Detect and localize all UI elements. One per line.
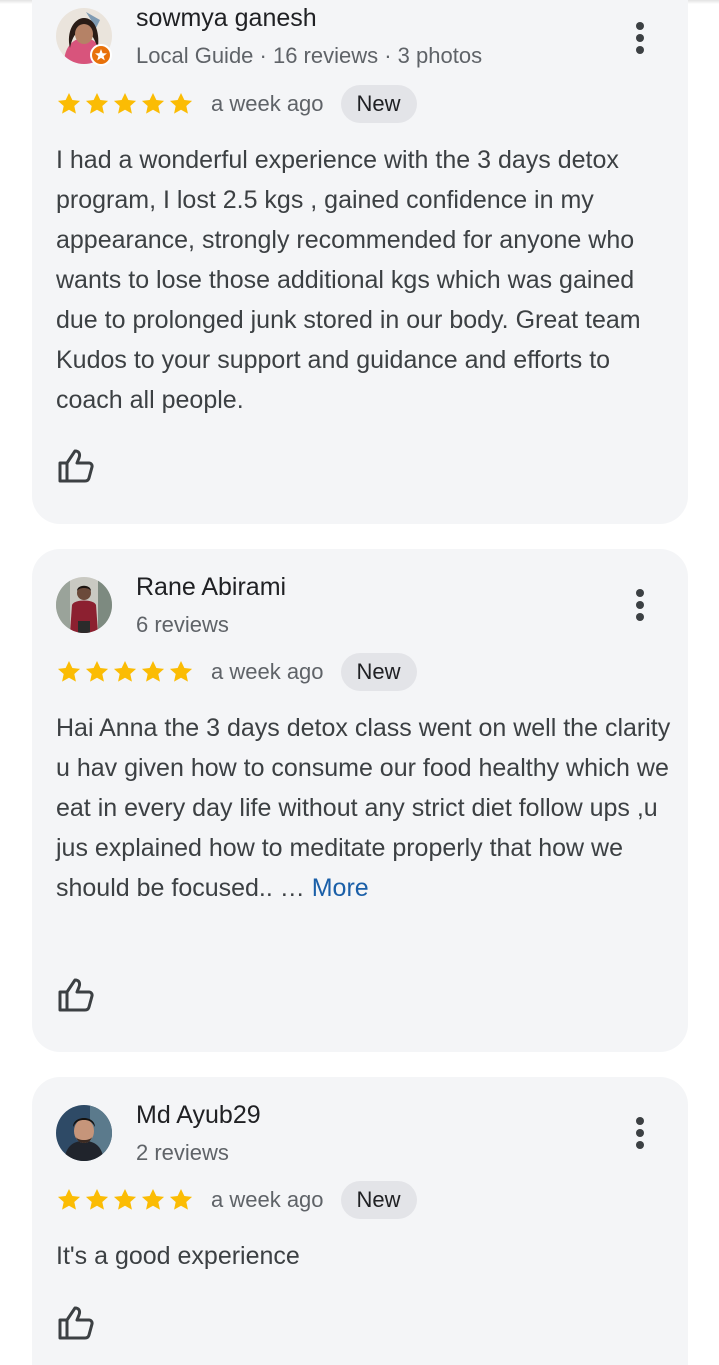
star-icon bbox=[141, 92, 165, 114]
new-badge: New bbox=[340, 1181, 417, 1219]
more-vert-icon bbox=[636, 22, 644, 30]
thumb-up-outline-icon bbox=[58, 1306, 94, 1340]
star-icon bbox=[113, 92, 137, 114]
review-card: Md Ayub29 2 reviews a week ago New It's … bbox=[32, 1077, 688, 1365]
new-badge: New bbox=[340, 653, 417, 691]
review-time: a week ago bbox=[211, 1187, 324, 1212]
reviewer-meta: Local Guide · 16 reviews · 3 photos bbox=[136, 43, 483, 68]
star-icon bbox=[113, 660, 137, 682]
review-text: I had a wonderful experience with the 3 … bbox=[56, 140, 671, 420]
thumb-up-outline-icon bbox=[58, 449, 94, 483]
star-icon bbox=[169, 1188, 193, 1210]
more-vert-icon bbox=[636, 589, 644, 597]
star-icon bbox=[169, 92, 193, 114]
review-card: sowmya ganesh Local Guide · 16 reviews ·… bbox=[32, 0, 688, 524]
star-icon bbox=[85, 1188, 109, 1210]
reviewer-name[interactable]: Md Ayub29 bbox=[136, 1101, 261, 1130]
more-vert-icon-dot bbox=[636, 601, 644, 609]
more-vert-icon-dot bbox=[636, 613, 644, 621]
star-icon bbox=[57, 92, 81, 114]
new-badge: New bbox=[340, 85, 417, 123]
star-icon bbox=[85, 660, 109, 682]
review-body: It's a good experience bbox=[56, 1242, 300, 1270]
review-card: Rane Abirami 6 reviews a week ago New Ha… bbox=[32, 549, 688, 1052]
like-button[interactable] bbox=[56, 975, 96, 1015]
reviewer-meta: 6 reviews bbox=[136, 612, 229, 637]
review-body: I had a wonderful experience with the 3 … bbox=[56, 146, 641, 414]
more-options-button[interactable] bbox=[628, 1113, 652, 1153]
review-text: Hai Anna the 3 days detox class went on … bbox=[56, 708, 671, 908]
more-options-button[interactable] bbox=[628, 18, 652, 58]
star-icon bbox=[57, 1188, 81, 1210]
reviewer-meta: 2 reviews bbox=[136, 1140, 229, 1165]
more-vert-icon-dot bbox=[636, 46, 644, 54]
reviewer-name[interactable]: Rane Abirami bbox=[136, 573, 286, 602]
reviews-page: sowmya ganesh Local Guide · 16 reviews ·… bbox=[0, 0, 719, 1365]
star-icon bbox=[169, 660, 193, 682]
star-rating bbox=[56, 91, 194, 117]
local-guide-badge-icon bbox=[90, 44, 112, 66]
star-rating bbox=[56, 659, 194, 685]
review-text: It's a good experience bbox=[56, 1236, 671, 1276]
rating-row: a week ago New bbox=[56, 652, 417, 692]
star-icon bbox=[85, 92, 109, 114]
star-icon bbox=[141, 660, 165, 682]
thumb-up-outline-icon bbox=[58, 978, 94, 1012]
avatar[interactable] bbox=[56, 1105, 112, 1161]
like-button[interactable] bbox=[56, 1303, 96, 1343]
reviewer-name[interactable]: sowmya ganesh bbox=[136, 4, 317, 33]
more-vert-icon-dot bbox=[636, 1141, 644, 1149]
star-icon bbox=[141, 1188, 165, 1210]
more-vert-icon bbox=[636, 1117, 644, 1125]
review-time: a week ago bbox=[211, 91, 324, 116]
rating-row: a week ago New bbox=[56, 1180, 417, 1220]
star-icon bbox=[57, 660, 81, 682]
rating-row: a week ago New bbox=[56, 84, 417, 124]
star-icon bbox=[113, 1188, 137, 1210]
more-vert-icon-dot bbox=[636, 34, 644, 42]
more-link[interactable]: More bbox=[312, 874, 369, 902]
more-options-button[interactable] bbox=[628, 585, 652, 625]
like-button[interactable] bbox=[56, 446, 96, 486]
more-vert-icon-dot bbox=[636, 1129, 644, 1137]
avatar[interactable] bbox=[56, 577, 112, 633]
review-time: a week ago bbox=[211, 659, 324, 684]
star-rating bbox=[56, 1187, 194, 1213]
